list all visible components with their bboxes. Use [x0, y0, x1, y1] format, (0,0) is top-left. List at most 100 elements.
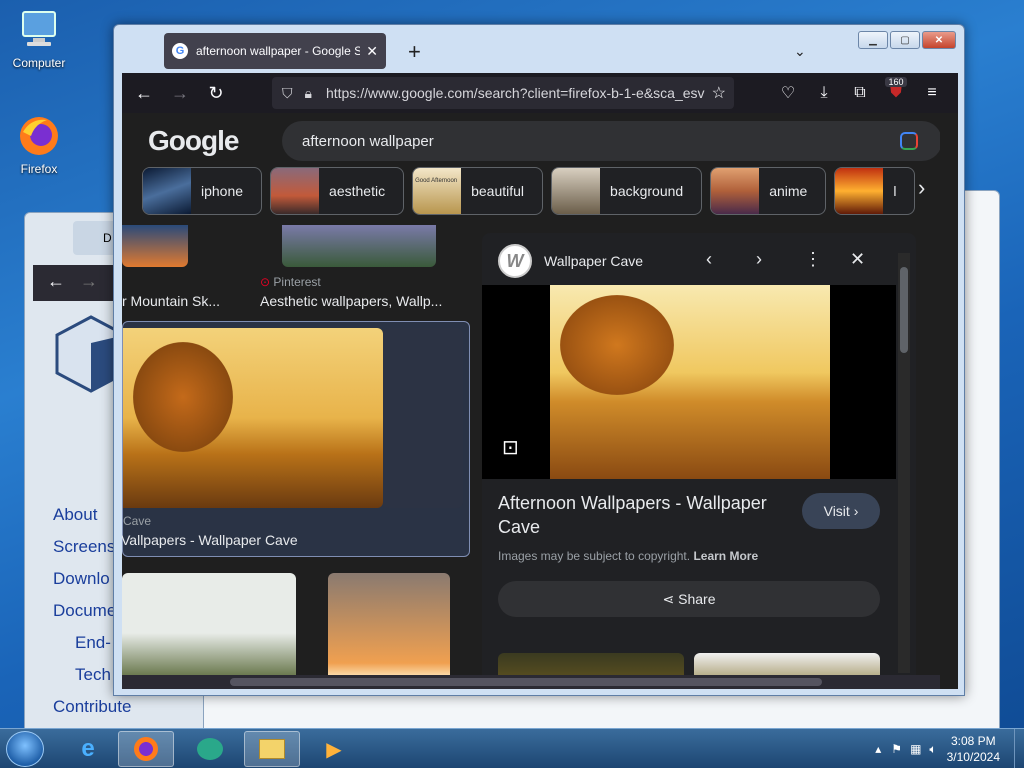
- chip-label: l: [893, 183, 897, 199]
- google-logo[interactable]: Google: [148, 125, 239, 157]
- horizontal-scrollbar-thumb[interactable]: [230, 678, 822, 686]
- close-window-button[interactable]: ✕: [922, 31, 956, 49]
- volume-muted-icon[interactable]: 🔈︎: [929, 742, 936, 757]
- chips-next-chevron-icon[interactable]: ›: [918, 175, 925, 201]
- page-horizontal-scrollbar[interactable]: [122, 675, 940, 689]
- panel-scrollbar-thumb[interactable]: [900, 267, 908, 353]
- result-source: ⊙ Pinterest: [260, 275, 321, 289]
- more-options-icon[interactable]: ⋮: [804, 249, 822, 270]
- chip-beautiful[interactable]: Good Afternoon beautiful: [412, 167, 544, 215]
- selected-result-card[interactable]: Cave Vallpapers - Wallpaper Cave: [122, 321, 470, 557]
- firefox-window: G afternoon wallpaper - Google Se ✕ + ⌄ …: [113, 24, 965, 696]
- result-image[interactable]: [328, 573, 450, 689]
- preview-site-name[interactable]: Wallpaper Cave: [544, 253, 643, 269]
- share-button[interactable]: ⋖ Share: [498, 581, 880, 617]
- extension-badge: 160: [885, 77, 907, 87]
- minimize-button[interactable]: ▁: [858, 31, 888, 49]
- internet-explorer-icon: e: [81, 735, 95, 762]
- clock-date: 3/10/2024: [946, 750, 1000, 764]
- chip-label: background: [610, 183, 684, 199]
- page-vertical-scrollbar[interactable]: [940, 113, 958, 689]
- chip-thumbnail: [271, 168, 320, 214]
- url-text[interactable]: https://www.google.com/search?client=fir…: [326, 85, 712, 101]
- maximize-button[interactable]: ▢: [890, 31, 920, 49]
- chip-anime[interactable]: anime: [710, 167, 827, 215]
- lock-icon[interactable]: 🔒︎: [305, 85, 312, 102]
- chip-thumbnail: [835, 168, 884, 214]
- visit-button[interactable]: Visit ›: [802, 493, 880, 529]
- start-button[interactable]: [6, 731, 44, 767]
- tree-shape: [133, 342, 233, 452]
- action-center-flag-icon[interactable]: ⚑: [891, 742, 902, 756]
- clock-time: 3:08 PM: [950, 734, 996, 748]
- preview-next-icon[interactable]: ›: [756, 249, 762, 270]
- result-image[interactable]: [122, 225, 188, 267]
- ublock-icon[interactable]: ⛊ 160: [878, 77, 914, 109]
- pocket-icon[interactable]: ♡: [770, 77, 806, 109]
- chip-thumbnail: Good Afternoon: [413, 168, 462, 214]
- url-bar[interactable]: ⛉ 🔒︎ https://www.google.com/search?clien…: [272, 77, 734, 109]
- computer-icon: [17, 8, 61, 52]
- result-title[interactable]: r Mountain Sk...: [122, 293, 220, 309]
- result-source: Cave: [123, 514, 152, 528]
- background-tab-label: D: [103, 231, 112, 245]
- chip-background[interactable]: background: [551, 167, 703, 215]
- learn-more-link[interactable]: Learn More: [693, 549, 758, 563]
- wallpaper-cave-logo: W: [498, 244, 532, 278]
- image-preview-panel: W Wallpaper Cave ‹ › ⋮ ✕ ⊡ Afternoon Wal…: [482, 233, 916, 685]
- tab-close-icon[interactable]: ✕: [366, 43, 378, 60]
- result-title[interactable]: Aesthetic wallpapers, Wallp...: [260, 293, 442, 309]
- result-image[interactable]: [282, 225, 436, 267]
- taskbar-internet-explorer[interactable]: e: [60, 731, 116, 767]
- google-lens-icon[interactable]: [900, 132, 918, 150]
- search-input[interactable]: afternoon wallpaper: [282, 121, 942, 161]
- preview-prev-icon[interactable]: ‹: [706, 249, 712, 270]
- result-title: Vallpapers - Wallpaper Cave: [122, 532, 298, 548]
- chip-aesthetic[interactable]: aesthetic: [270, 167, 405, 215]
- forward-button[interactable]: →: [162, 77, 198, 109]
- copyright-text: Images may be subject to copyright.: [498, 549, 691, 563]
- show-desktop-button[interactable]: [1014, 729, 1024, 768]
- extensions-icon[interactable]: ⧉: [842, 77, 878, 109]
- desktop-icon-label: Firefox: [20, 162, 58, 176]
- close-preview-icon[interactable]: ✕: [850, 249, 865, 270]
- taskbar-explorer[interactable]: [244, 731, 300, 767]
- visual-search-icon[interactable]: ⊡: [502, 435, 519, 460]
- result-source-label: Pinterest: [273, 275, 321, 289]
- clock[interactable]: 3:08 PM 3/10/2024: [947, 733, 1000, 765]
- shield-icon[interactable]: ⛉: [282, 85, 293, 102]
- menu-icon[interactable]: ≡: [914, 77, 950, 109]
- app-icon: [197, 738, 223, 760]
- back-button[interactable]: ←: [126, 77, 162, 109]
- image-results-grid: r Mountain Sk... ⊙ Pinterest Aesthetic w…: [122, 225, 482, 689]
- bookmark-star-icon[interactable]: ☆: [712, 83, 726, 103]
- chip-label: anime: [769, 183, 808, 199]
- window-caption-buttons: ▁ ▢ ✕: [858, 31, 956, 49]
- panel-scrollbar[interactable]: [898, 253, 910, 673]
- preview-title[interactable]: Afternoon Wallpapers - Wallpaper Cave: [498, 491, 788, 539]
- chip-more[interactable]: l: [834, 167, 916, 215]
- chip-label: iphone: [201, 183, 244, 199]
- chip-thumbnail-text: Good Afternoon: [415, 178, 458, 184]
- show-hidden-icons-icon[interactable]: ▴: [875, 742, 881, 756]
- system-tray: ▴ ⚑ ▦ 🔈︎ 3:08 PM 3/10/2024: [875, 729, 1024, 768]
- network-icon[interactable]: ▦: [910, 742, 921, 756]
- browser-tab[interactable]: G afternoon wallpaper - Google Se ✕: [164, 33, 386, 69]
- nav-toolbar: ← → ↻ ⛉ 🔒︎ https://www.google.com/search…: [122, 73, 958, 113]
- list-all-tabs-chevron-icon[interactable]: ⌄: [794, 43, 806, 60]
- chip-iphone[interactable]: iphone: [142, 167, 263, 215]
- taskbar-media-player[interactable]: ▶: [306, 731, 362, 767]
- taskbar-firefox[interactable]: [118, 731, 174, 767]
- desktop-icon-computer[interactable]: Computer: [2, 8, 76, 70]
- related-search-chips: iphone aesthetic Good Afternoon beautiful…: [142, 167, 916, 215]
- new-tab-button[interactable]: +: [408, 39, 421, 65]
- chip-label: aesthetic: [329, 183, 386, 199]
- tab-strip: G afternoon wallpaper - Google Se ✕ + ⌄ …: [122, 31, 956, 75]
- taskbar-app[interactable]: [182, 731, 238, 767]
- desktop-icon-firefox[interactable]: Firefox: [2, 114, 76, 176]
- reload-button[interactable]: ↻: [198, 77, 234, 109]
- page-content: Google afternoon wallpaper iphone aesthe…: [122, 113, 958, 689]
- preview-image-frame: ⊡: [482, 285, 896, 479]
- downloads-icon[interactable]: ⤓: [806, 77, 842, 109]
- result-image[interactable]: [122, 573, 296, 689]
